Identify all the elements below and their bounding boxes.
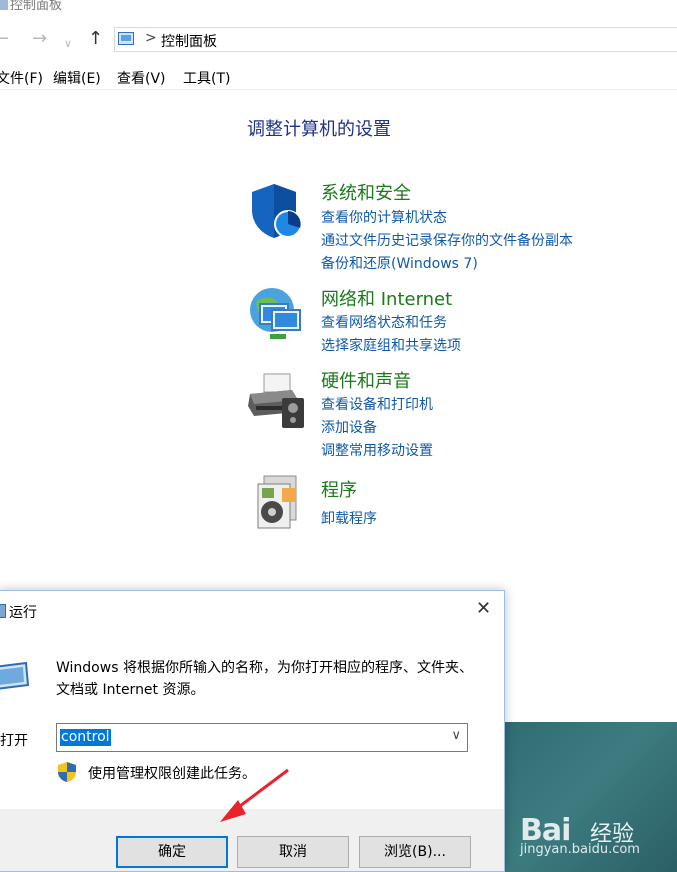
cancel-button[interactable]: 取消	[237, 836, 349, 868]
background-window	[505, 590, 677, 722]
link-file-history[interactable]: 通过文件历史记录保存你的文件备份副本	[321, 230, 573, 250]
network-icon[interactable]	[246, 286, 306, 344]
uac-shield-icon	[58, 762, 76, 782]
menu-view[interactable]: 查看(V)	[117, 68, 166, 88]
category-network-internet[interactable]: 网络和 Internet	[321, 285, 452, 311]
forward-button[interactable]: →	[32, 30, 47, 48]
page-heading: 调整计算机的设置	[247, 119, 391, 140]
category-hardware-sound[interactable]: 硬件和声音	[321, 367, 411, 393]
open-label: 打开	[0, 733, 28, 749]
link-devices-printers[interactable]: 查看设备和打印机	[321, 394, 433, 414]
link-homegroup[interactable]: 选择家庭组和共享选项	[321, 335, 461, 355]
link-backup-restore[interactable]: 备份和还原(Windows 7)	[321, 253, 478, 273]
run-dialog-body: 运行 ✕ Windows 将根据你所输入的名称，为你打开相应的程序、文件夹、文档…	[0, 591, 504, 809]
up-button[interactable]: ↑	[88, 30, 103, 48]
back-button[interactable]: ←	[0, 30, 9, 48]
run-dialog-title: 运行	[9, 605, 37, 621]
shield-icon[interactable]	[248, 182, 304, 240]
address-bar[interactable]: > 控制面板	[114, 27, 677, 52]
menu-tools[interactable]: 工具(T)	[183, 68, 230, 88]
link-add-device[interactable]: 添加设备	[321, 417, 377, 437]
browse-button[interactable]: 浏览(B)...	[359, 836, 471, 868]
link-network-status[interactable]: 查看网络状态和任务	[321, 312, 447, 332]
programs-icon[interactable]	[254, 474, 300, 530]
breadcrumb-separator[interactable]: >	[145, 30, 157, 46]
watermark-url: jingyan.baidu.com	[520, 842, 640, 857]
control-panel-icon	[0, 0, 8, 10]
category-programs[interactable]: 程序	[321, 476, 357, 502]
close-button[interactable]: ✕	[476, 600, 491, 618]
control-panel-icon	[118, 32, 134, 45]
window-title-text: 控制面板	[10, 0, 63, 13]
printer-icon[interactable]	[246, 372, 308, 432]
menu-file[interactable]: 文件(F)	[0, 68, 43, 88]
menu-edit[interactable]: 编辑(E)	[53, 68, 101, 88]
run-description: Windows 将根据你所输入的名称，为你打开相应的程序、文件夹、文档或 Int…	[56, 660, 473, 698]
category-system-security[interactable]: 系统和安全	[321, 179, 411, 205]
open-combobox[interactable]: control ∨	[56, 723, 468, 752]
menu-bar: 文件(F) 编辑(E) 查看(V) 工具(T)	[0, 66, 677, 88]
admin-note: 使用管理权限创建此任务。	[88, 766, 256, 782]
ok-button[interactable]: 确定	[116, 836, 228, 868]
run-dialog: 运行 ✕ Windows 将根据你所输入的名称，为你打开相应的程序、文件夹、文档…	[0, 590, 505, 872]
link-mobility-settings[interactable]: 调整常用移动设置	[321, 440, 433, 460]
link-computer-status[interactable]: 查看你的计算机状态	[321, 207, 447, 227]
window-title: 控制面板	[0, 0, 62, 13]
run-icon	[0, 604, 6, 618]
divider	[0, 89, 677, 90]
link-uninstall-program[interactable]: 卸载程序	[321, 508, 377, 528]
breadcrumb-control-panel[interactable]: 控制面板	[161, 31, 217, 51]
run-program-icon	[0, 661, 30, 690]
chevron-down-icon[interactable]: ∨	[451, 728, 461, 743]
recent-dropdown-icon[interactable]: ∨	[64, 35, 72, 53]
open-input-value[interactable]: control	[60, 729, 111, 746]
